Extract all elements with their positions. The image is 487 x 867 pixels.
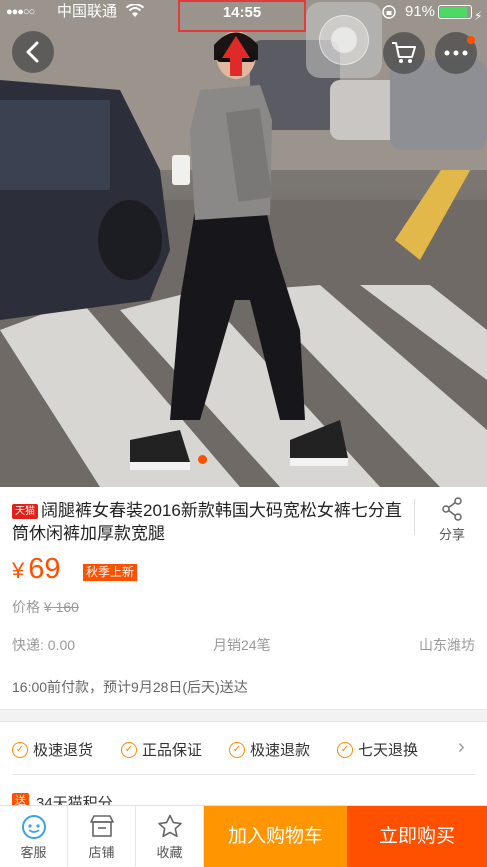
buy-now-button[interactable]: 立即购买: [347, 806, 487, 867]
customer-service-button[interactable]: 客服: [0, 806, 68, 867]
guarantee-item: ✓ 七天退换: [337, 739, 418, 760]
check-circle-icon: ✓: [229, 741, 245, 758]
shop-icon: [89, 815, 114, 837]
back-button[interactable]: [12, 31, 54, 73]
favorite-label: 收藏: [156, 845, 183, 860]
product-title: 天猫 阔腿裤女春装2016新款韩国大码宽松女裤七分直筒休闲裤加厚款宽腿: [12, 499, 402, 545]
favorite-button[interactable]: 收藏: [136, 806, 204, 867]
star-icon: [157, 814, 182, 838]
guarantee-label: 极速退货: [33, 742, 94, 759]
charging-icon: ⚡: [474, 9, 483, 23]
guarantee-item: ✓ 极速退款: [229, 739, 310, 760]
chevron-left-icon: [26, 41, 39, 63]
points-row[interactable]: 送 34天猫积分: [0, 775, 487, 812]
promo-tag: 秋季上新: [83, 564, 138, 581]
status-time: 14:55: [178, 0, 306, 32]
more-dots-icon: [444, 50, 468, 56]
status-bar: ●●●○○ 中国联通 14:55 91% ⚡: [0, 0, 487, 32]
battery-icon: [438, 5, 472, 19]
signal-strength-icon: ●●●○○: [6, 6, 35, 18]
price-value: 69: [28, 553, 61, 585]
chevron-right-icon: ›: [458, 736, 465, 758]
guarantee-item: ✓ 正品保证: [121, 739, 202, 760]
wifi-icon: [126, 4, 144, 17]
guarantee-label: 正品保证: [142, 742, 203, 759]
battery-percent: 91%: [405, 3, 436, 20]
check-circle-icon: ✓: [337, 741, 353, 758]
orientation-lock-icon: [382, 5, 396, 19]
share-label: 分享: [438, 527, 465, 542]
add-to-cart-button[interactable]: 加入购物车: [204, 806, 347, 867]
shipping-fee: 快递: 0.00: [12, 637, 76, 653]
guarantee-item: ✓ 极速退货: [12, 739, 93, 760]
currency-symbol: ¥: [12, 558, 25, 583]
assistive-touch-button[interactable]: [306, 2, 382, 78]
cart-button[interactable]: [383, 32, 425, 74]
divider: [414, 499, 415, 535]
notification-dot: [467, 36, 475, 44]
arrow-up-icon: [222, 36, 250, 76]
shop-button[interactable]: 店铺: [68, 806, 136, 867]
original-price-value: ¥ 160: [43, 599, 79, 615]
share-icon: [442, 497, 462, 521]
product-price: ¥69: [12, 553, 61, 587]
customer-service-label: 客服: [20, 845, 47, 860]
share-button[interactable]: 分享: [430, 497, 474, 543]
shopping-cart-icon: [392, 42, 416, 63]
shop-label: 店铺: [88, 845, 115, 860]
check-circle-icon: ✓: [12, 741, 28, 758]
delivery-estimate: 16:00前付款，预计9月28日(后天)送达: [12, 679, 248, 695]
original-price-label: 价格: [12, 599, 40, 615]
original-price: 价格 ¥ 160: [12, 597, 79, 617]
bottom-action-bar: 客服 店铺 收藏 加入购物车 立即购买: [0, 805, 487, 867]
tmall-badge: 天猫: [12, 504, 38, 519]
section-separator: [0, 709, 487, 722]
carrier-label: 中国联通: [57, 3, 118, 20]
ship-from-location: 山东潍坊: [419, 637, 475, 653]
customer-service-icon: [21, 815, 46, 839]
product-info: 天猫 阔腿裤女春装2016新款韩国大码宽松女裤七分直筒休闲裤加厚款宽腿 分享 ¥6…: [0, 487, 487, 709]
check-circle-icon: ✓: [121, 741, 137, 758]
guarantee-label: 七天退换: [358, 742, 419, 759]
monthly-sales: 月销24笔: [213, 637, 271, 653]
service-guarantees[interactable]: ✓ 极速退货 ✓ 正品保证 ✓ 极速退款 ✓ 七天退换 ›: [0, 722, 487, 774]
guarantee-label: 极速退款: [250, 742, 311, 759]
product-title-text: 阔腿裤女春装2016新款韩国大码宽松女裤七分直筒休闲裤加厚款宽腿: [12, 501, 402, 543]
carousel-indicator: [198, 455, 207, 464]
